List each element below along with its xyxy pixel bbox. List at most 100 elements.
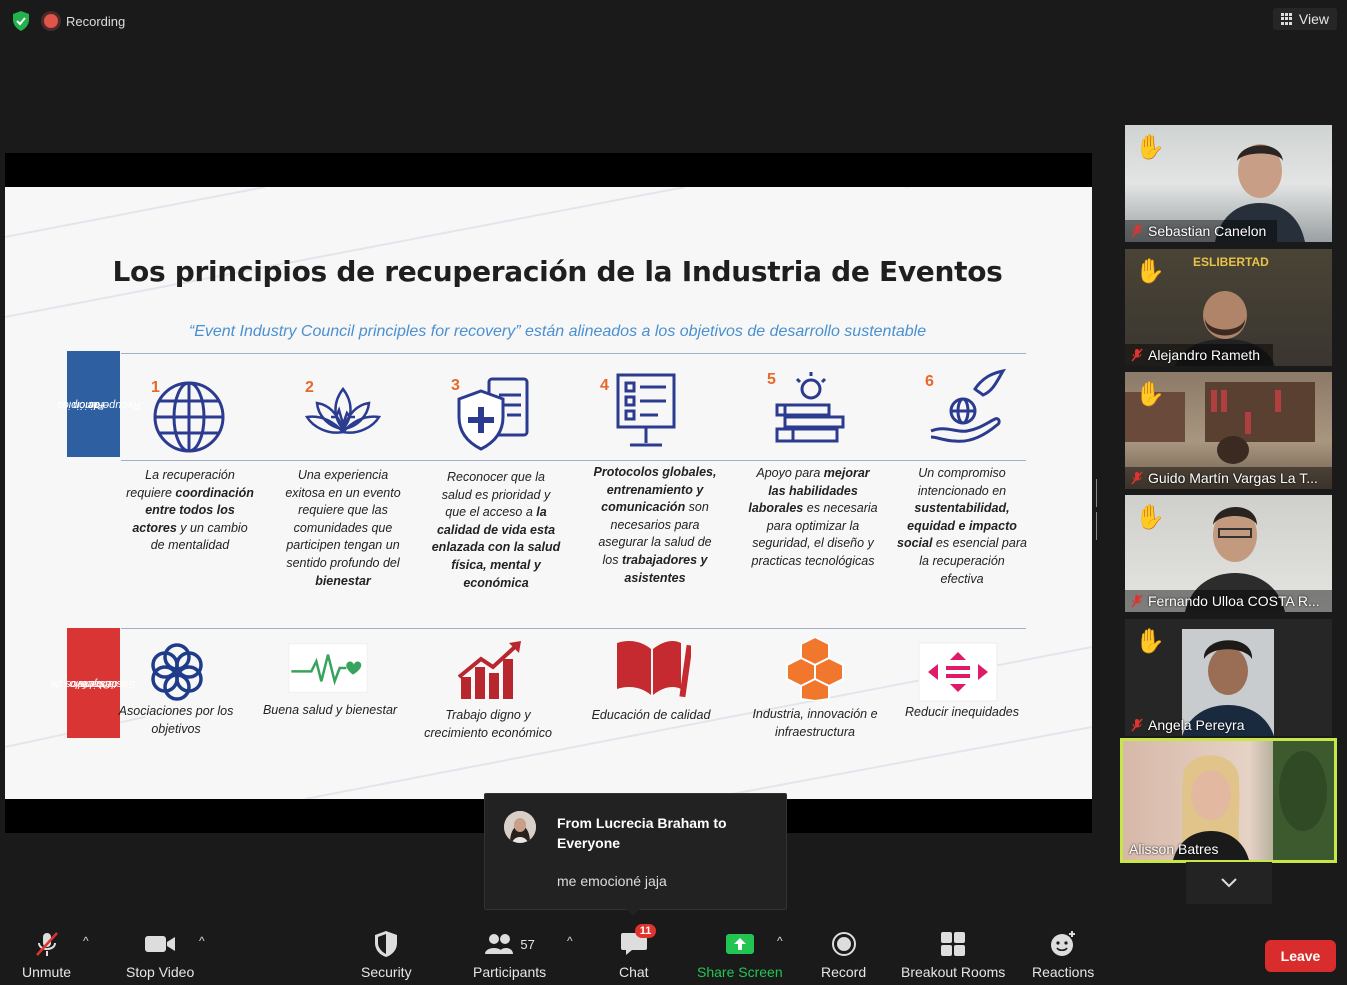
- raised-hand-icon: ✋: [1135, 628, 1165, 655]
- participant-name-row: Alisson Batres: [1129, 841, 1218, 857]
- principle-text: Reconocer que la salud es prioridad y qu…: [431, 470, 561, 590]
- chat-button[interactable]: 11 Chat: [619, 924, 657, 980]
- mic-muted-icon: [35, 932, 58, 956]
- stop-video-label: Stop Video: [126, 964, 195, 980]
- participants-label: Participants: [473, 964, 547, 980]
- unread-badge: 11: [634, 924, 657, 938]
- health-shield-icon: [457, 377, 529, 451]
- participants-count: 57: [520, 936, 535, 952]
- participant-tile[interactable]: ✋ Sebastian Canelon: [1125, 125, 1332, 242]
- principle-text: Una experiencia exitosa en un evento req…: [285, 468, 401, 588]
- checklist-board-icon: [616, 373, 676, 447]
- share-screen-label: Share Screen: [697, 964, 783, 980]
- record-label: Record: [821, 964, 867, 980]
- view-button[interactable]: View: [1272, 8, 1337, 30]
- partnership-icon: [151, 643, 203, 701]
- participants-options-caret-icon[interactable]: ^: [567, 934, 573, 948]
- mic-muted-icon: [1131, 471, 1143, 485]
- sdg-label: Trabajo digno y crecimiento económico: [424, 708, 552, 740]
- logo-overlay-text: ESLIBERTAD: [1193, 255, 1269, 269]
- shield-icon: [375, 931, 398, 957]
- raised-hand-icon: ✋: [1135, 258, 1165, 285]
- mic-muted-icon: [1131, 224, 1143, 238]
- share-screen-button[interactable]: Share Screen: [697, 928, 783, 980]
- panel-splitter-handle[interactable]: [1096, 479, 1100, 540]
- sdg-label: Educación de calidad: [591, 708, 711, 722]
- principle-text: Protocolos globales, entrenamiento y com…: [593, 465, 717, 585]
- books-idea-icon: [775, 372, 845, 443]
- divider-sdg: [121, 628, 1026, 629]
- book-icon: [617, 641, 691, 698]
- raised-hand-icon: ✋: [1135, 504, 1165, 531]
- leave-button[interactable]: Leave: [1265, 940, 1336, 972]
- share-screen-icon: [725, 934, 754, 954]
- participants-button[interactable]: 57 Participants: [473, 928, 546, 980]
- sdg-label: Industria, innovación e infraestructura: [752, 707, 878, 739]
- participant-name-row: Angela Pereyra: [1131, 717, 1245, 733]
- participant-tile[interactable]: ✋ Angela Pereyra: [1125, 619, 1332, 736]
- stop-video-button[interactable]: Stop Video: [126, 928, 194, 980]
- slide-subtitle: “Event Industry Council principles for r…: [188, 323, 927, 340]
- participant-tile[interactable]: ESLIBERTAD ✋ Alejandro Rameth: [1125, 249, 1332, 366]
- chat-message: me emocioné jaja: [557, 873, 667, 889]
- lotus-icon: [304, 386, 382, 434]
- raised-hand-icon: ✋: [1135, 381, 1165, 408]
- divider-mid: [121, 460, 1026, 461]
- view-label: View: [1298, 11, 1329, 27]
- chat-sender: From Lucrecia Braham to Everyone: [557, 815, 727, 851]
- sdg-label: Reducir inequidades: [905, 705, 1019, 719]
- chat-notification[interactable]: From Lucrecia Braham to Everyone me emoc…: [484, 793, 787, 910]
- hand-globe-dove-icon: [930, 368, 1007, 443]
- chat-popup-pointer: [624, 907, 642, 916]
- heartbeat-icon: [288, 643, 368, 693]
- recording-indicator[interactable]: Recording: [44, 9, 125, 33]
- reactions-label: Reactions: [1032, 964, 1095, 980]
- security-shield-icon[interactable]: [10, 10, 32, 32]
- mic-muted-icon: [1131, 348, 1143, 362]
- breakout-rooms-button[interactable]: Breakout Rooms: [901, 928, 1005, 980]
- record-button[interactable]: Record: [821, 928, 866, 980]
- reactions-button[interactable]: Reactions: [1032, 928, 1094, 980]
- principles-side-label: Principios de Recuperación: [57, 351, 140, 457]
- participant-name: Angela Pereyra: [1148, 717, 1245, 733]
- participants-icon: [485, 934, 514, 954]
- participant-name-row: Guido Martín Vargas La T...: [1131, 470, 1318, 486]
- scroll-down-participants-button[interactable]: [1186, 862, 1272, 904]
- participant-name: Alisson Batres: [1129, 841, 1219, 857]
- unmute-button[interactable]: Unmute: [22, 928, 71, 980]
- chevron-down-icon: [1221, 878, 1237, 888]
- participant-tile-active-speaker[interactable]: Alisson Batres: [1120, 738, 1337, 863]
- participant-name-row: Sebastian Canelon: [1131, 223, 1266, 239]
- breakout-rooms-label: Breakout Rooms: [901, 964, 1006, 980]
- cubes-icon: [786, 635, 844, 701]
- participant-tile[interactable]: ✋ Fernando Ulloa COSTA R...: [1125, 495, 1332, 612]
- globe-icon: [153, 381, 225, 453]
- principle-text: Un compromiso intencionado en sustentabi…: [897, 466, 1027, 586]
- sdg-label: Asociaciones por los objetivos: [118, 704, 234, 736]
- breakout-rooms-icon: [941, 932, 966, 956]
- unmute-label: Unmute: [22, 964, 72, 980]
- divider-top: [121, 353, 1026, 354]
- smiley-add-icon: [1051, 931, 1076, 956]
- record-icon: [831, 932, 856, 956]
- principle-text: La recuperación requiere coordinación en…: [126, 468, 254, 553]
- share-options-caret-icon[interactable]: ^: [777, 934, 783, 948]
- principle-text: Apoyo para mejorar las habilidades labor…: [748, 466, 878, 568]
- participant-name: Fernando Ulloa COSTA R...: [1148, 593, 1320, 609]
- growth-chart-icon: [457, 641, 521, 699]
- audio-options-caret-icon[interactable]: ^: [83, 934, 89, 948]
- video-options-caret-icon[interactable]: ^: [199, 934, 205, 948]
- slide-title: Los principios de recuperación de la Ind…: [112, 255, 1003, 288]
- mic-muted-icon: [1131, 594, 1143, 608]
- sdg-label: Buena salud y bienestar: [262, 703, 398, 717]
- participant-name: Sebastian Canelon: [1148, 223, 1267, 239]
- participant-tile[interactable]: ✋ Guido Martín Vargas La T...: [1125, 372, 1332, 489]
- equality-icon: [918, 642, 998, 702]
- participant-name: Alejandro Rameth: [1148, 347, 1261, 363]
- video-camera-icon: [145, 936, 176, 952]
- mic-muted-icon: [1131, 718, 1143, 732]
- avatar: [504, 811, 536, 843]
- presentation-slide: Los principios de recuperación de la Ind…: [5, 187, 1092, 799]
- security-button[interactable]: Security: [361, 928, 412, 980]
- raised-hand-icon: ✋: [1135, 134, 1165, 161]
